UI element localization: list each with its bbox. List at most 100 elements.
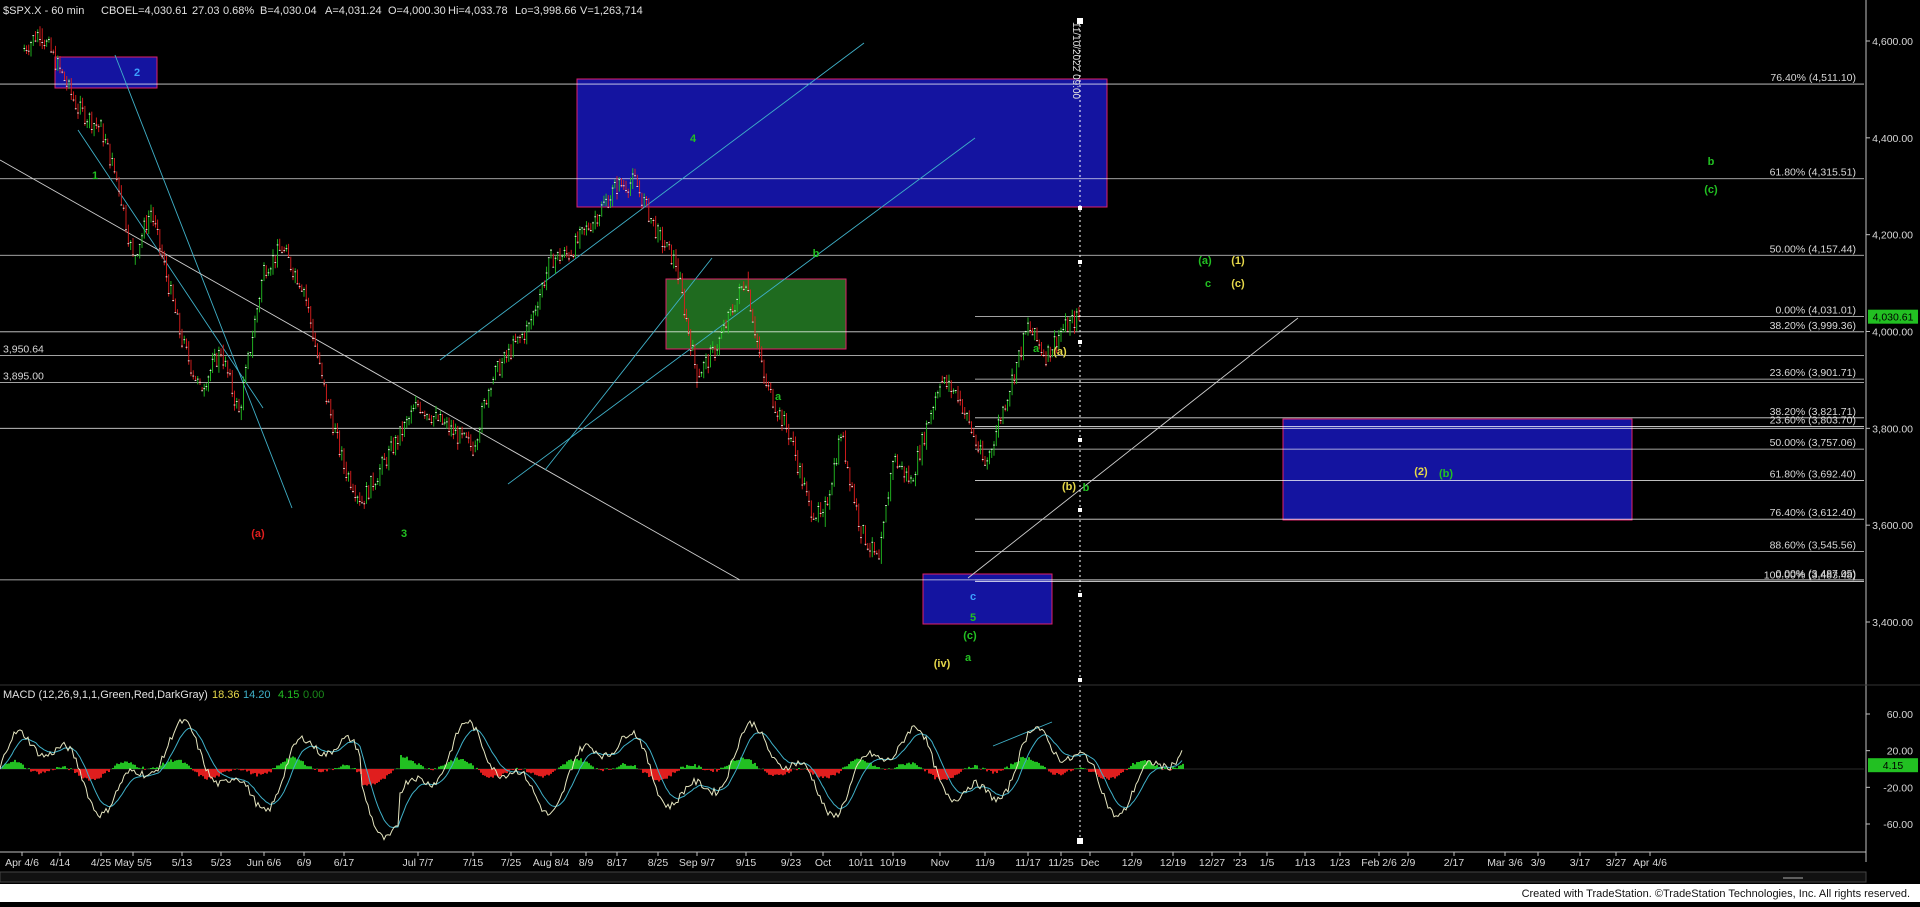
macd-histogram-bar	[502, 769, 504, 774]
macd-histogram-bar	[756, 766, 758, 769]
macd-histogram-bar	[962, 769, 964, 770]
macd-histogram-bar	[84, 769, 86, 778]
date-tick-label: 5/13	[172, 857, 193, 869]
macd-histogram-bar	[752, 764, 754, 769]
macd-histogram-bar	[530, 769, 532, 773]
macd-histogram-bar	[342, 765, 344, 769]
macd-histogram-bar	[300, 761, 302, 769]
macd-histogram-bar	[992, 769, 994, 774]
macd-histogram-bar	[272, 768, 274, 769]
date-tick-label: 8/9	[579, 857, 594, 869]
fib-label: 23.60% (3,803.70)	[1770, 415, 1856, 427]
macd-histogram-bar	[308, 766, 310, 769]
macd-histogram-bar	[346, 765, 348, 769]
macd-histogram-bar	[832, 769, 834, 775]
macd-histogram-bar	[910, 764, 912, 769]
macd-histogram-bar	[390, 769, 392, 773]
macd-histogram-bar	[22, 765, 24, 769]
macd-histogram-bar	[128, 763, 130, 769]
macd-histogram-bar	[566, 762, 568, 769]
macd-histogram-bar	[254, 769, 256, 773]
macd-histogram-bar	[1138, 762, 1140, 769]
macd-histogram-bar	[1080, 768, 1082, 769]
macd-histogram-bar	[624, 764, 626, 769]
macd-histogram-bar	[60, 768, 62, 769]
macd-histogram-bar	[1088, 769, 1090, 772]
macd-histogram-bar	[1108, 769, 1110, 780]
fib-label: 76.40% (3,612.40)	[1770, 507, 1856, 519]
macd-histogram-bar	[742, 758, 744, 769]
macd-histogram-bar	[958, 769, 960, 774]
current-price-label: 4,030.61	[1873, 312, 1914, 324]
macd-histogram-bar	[28, 768, 30, 769]
macd-histogram-bar	[1040, 766, 1042, 769]
fib-label: 88.60% (3,545.56)	[1770, 540, 1856, 552]
macd-histogram-bar	[356, 769, 358, 772]
macd-histogram-bar	[34, 769, 36, 771]
macd-histogram-bar	[186, 764, 188, 769]
macd-histogram-bar	[226, 769, 228, 771]
macd-histogram-bar	[12, 762, 14, 769]
date-tick-label: Aug 8/4	[533, 857, 569, 869]
macd-histogram-bar	[644, 769, 646, 772]
macd-histogram-bar	[968, 767, 970, 769]
macd-histogram-bar	[918, 767, 920, 769]
macd-histogram-bar	[322, 769, 324, 772]
horizontal-scrollbar[interactable]	[0, 872, 1866, 882]
macd-histogram-bar	[764, 769, 766, 771]
macd-histogram-bar	[1004, 768, 1006, 769]
macd-histogram-bar	[264, 769, 266, 773]
macd-histogram-bar	[564, 764, 566, 769]
macd-histogram-bar	[1134, 764, 1136, 769]
macd-histogram-bar	[732, 760, 734, 769]
date-tick-label: 8/17	[607, 857, 628, 869]
macd-histogram-bar	[902, 764, 904, 769]
price-chart[interactable]: $SPX.X - 60 min CBOE L=4,030.61 27.03 0.…	[0, 0, 1920, 902]
macd-histogram-bar	[1062, 769, 1064, 774]
date-tick-label: 3/27	[1606, 857, 1627, 869]
zone-box-blue-top	[577, 79, 1107, 207]
date-tick-label: 12/27	[1199, 857, 1225, 869]
macd-histogram-bar	[372, 769, 374, 784]
macd-histogram-bar	[38, 769, 40, 774]
macd-histogram-bar	[1084, 768, 1086, 769]
macd-histogram-bar	[716, 769, 718, 772]
price-tick-label: 3,600.00	[1872, 520, 1913, 532]
macd-histogram-bar	[64, 766, 66, 769]
macd-histogram-bar	[268, 769, 270, 772]
header-symbol: $SPX.X - 60 min	[3, 5, 84, 17]
macd-histogram-bar	[388, 769, 390, 774]
macd-histogram-bar	[718, 769, 720, 770]
macd-histogram-bar	[1106, 769, 1108, 779]
macd-histogram-bar	[1082, 768, 1084, 769]
macd-histogram-bar	[54, 769, 56, 770]
macd-histogram-bar	[170, 760, 172, 769]
macd-histogram-bar	[150, 768, 152, 769]
header-volume: V=1,263,714	[580, 5, 643, 17]
macd-histogram-bar	[468, 763, 470, 769]
macd-histogram-bar	[74, 769, 76, 773]
macd-histogram-bar	[144, 769, 146, 770]
macd-histogram-bar	[1182, 764, 1184, 769]
macd-histogram-bar	[332, 769, 334, 770]
macd-histogram-bar	[848, 764, 850, 769]
macd-histogram-bar	[534, 769, 536, 775]
macd-histogram-bar	[318, 769, 320, 772]
macd-histogram-bar	[400, 755, 402, 769]
macd-histogram-bar	[484, 769, 486, 776]
zone-box-green-mid	[666, 279, 846, 349]
macd-histogram-bar	[906, 763, 908, 769]
macd-histogram-bar	[780, 769, 782, 774]
macd-histogram-bar	[480, 769, 482, 773]
macd-histogram-bar	[250, 769, 252, 774]
macd-histogram-bar	[1126, 769, 1128, 770]
macd-histogram-bar	[102, 769, 104, 774]
macd-histogram-bar	[120, 763, 122, 769]
macd-title: MACD (12,26,9,1,1,Green,Red,DarkGray)	[3, 689, 208, 701]
macd-histogram-bar	[154, 768, 156, 769]
macd-histogram-bar	[1112, 769, 1114, 777]
macd-histogram-bar	[238, 769, 240, 770]
macd-histogram-bar	[434, 768, 436, 769]
chart-window: $SPX.X - 60 min CBOE L=4,030.61 27.03 0.…	[0, 0, 1920, 902]
macd-histogram-bar	[384, 769, 386, 779]
